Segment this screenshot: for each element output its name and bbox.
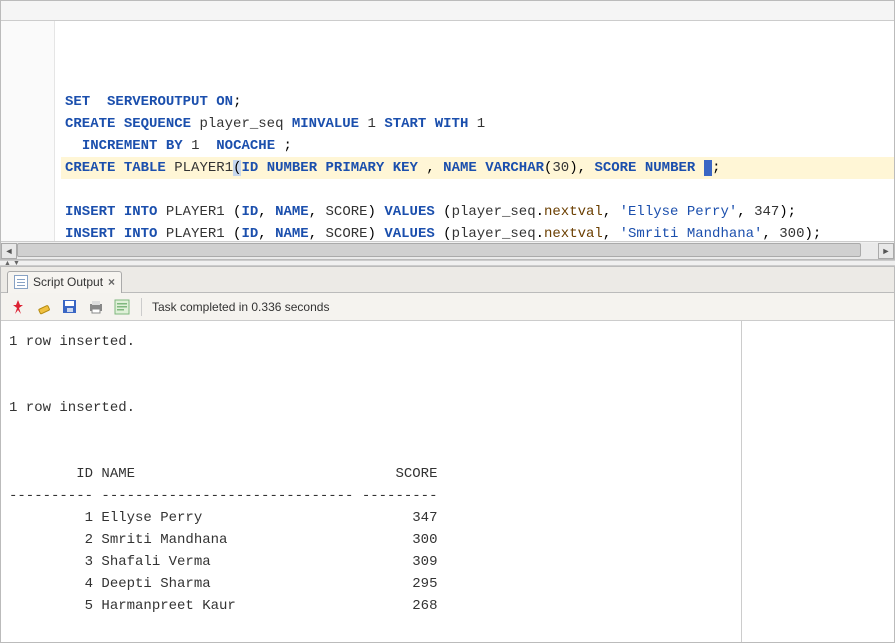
code-line[interactable]: SET SERVEROUTPUT ON;: [61, 91, 894, 113]
code-line[interactable]: INSERT INTO PLAYER1 (ID, NAME, SCORE) VA…: [61, 201, 894, 223]
sql-icon[interactable]: [113, 298, 131, 316]
output-text-wrap[interactable]: 1 row inserted. 1 row inserted. ID NAME …: [1, 321, 742, 642]
collapse-down-icon[interactable]: ▼: [13, 260, 20, 267]
tab-script-output[interactable]: Script Output ×: [7, 271, 122, 293]
output-body: 1 row inserted. 1 row inserted. ID NAME …: [1, 321, 894, 642]
output-tab-bar: Script Output ×: [1, 267, 894, 293]
print-icon[interactable]: [87, 298, 105, 316]
scroll-right-arrow-icon[interactable]: ►: [878, 243, 894, 259]
editor-hscrollbar[interactable]: ◄ ►: [1, 241, 894, 259]
pin-icon[interactable]: [9, 298, 27, 316]
editor-pane: SET SERVEROUTPUT ON;CREATE SEQUENCE play…: [0, 0, 895, 260]
save-icon[interactable]: [61, 298, 79, 316]
output-toolbar: Task completed in 0.336 seconds: [1, 293, 894, 321]
editor-gutter: [1, 21, 55, 241]
editor-wrap: SET SERVEROUTPUT ON;CREATE SEQUENCE play…: [1, 21, 894, 259]
tab-label: Script Output: [33, 275, 103, 289]
code-line[interactable]: [61, 179, 894, 201]
task-status-text: Task completed in 0.336 seconds: [152, 300, 329, 314]
code-line[interactable]: CREATE SEQUENCE player_seq MINVALUE 1 ST…: [61, 113, 894, 135]
close-icon[interactable]: ×: [108, 275, 115, 289]
eraser-icon[interactable]: [35, 298, 53, 316]
code-line[interactable]: CREATE TABLE PLAYER1(ID NUMBER PRIMARY K…: [61, 157, 894, 179]
code-line[interactable]: INSERT INTO PLAYER1 (ID, NAME, SCORE) VA…: [61, 223, 894, 241]
output-side-panel: [742, 321, 894, 642]
scroll-track[interactable]: [17, 243, 878, 259]
output-pane: Script Output × Task completed in 0.336 …: [0, 266, 895, 643]
collapse-up-icon[interactable]: ▲: [4, 260, 11, 267]
document-icon: [14, 275, 28, 289]
sql-editor[interactable]: SET SERVEROUTPUT ON;CREATE SEQUENCE play…: [1, 21, 894, 241]
scroll-left-arrow-icon[interactable]: ◄: [1, 243, 17, 259]
scroll-thumb[interactable]: [17, 243, 861, 257]
editor-tab-bar: [1, 1, 894, 21]
script-output-text: 1 row inserted. 1 row inserted. ID NAME …: [1, 321, 741, 625]
toolbar-separator: [141, 298, 142, 316]
code-line[interactable]: INCREMENT BY 1 NOCACHE ;: [61, 135, 894, 157]
